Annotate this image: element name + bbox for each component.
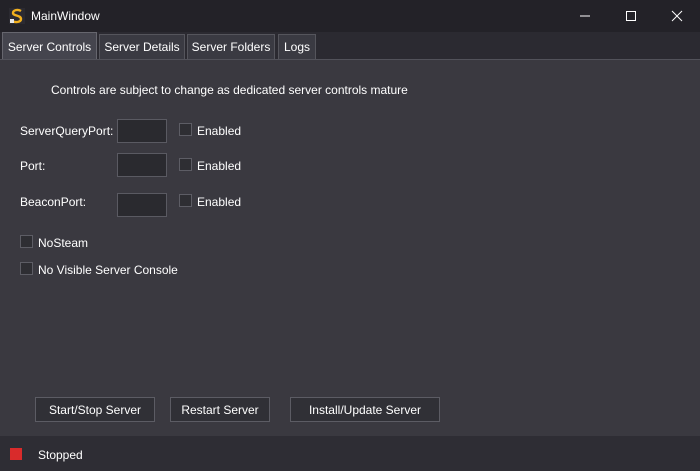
controls-notice: Controls are subject to change as dedica… <box>51 83 408 97</box>
status-indicator-icon <box>10 448 22 460</box>
minimize-icon <box>580 15 590 17</box>
beacon-port-enabled-checkbox[interactable] <box>179 194 192 207</box>
app-logo-icon <box>9 8 25 24</box>
beacon-port-label: BeaconPort: <box>20 195 87 209</box>
restart-server-button[interactable]: Restart Server <box>170 397 270 422</box>
window-title: MainWindow <box>31 9 100 23</box>
close-button[interactable] <box>654 0 700 32</box>
tab-server-folders[interactable]: Server Folders <box>187 34 275 59</box>
minimize-button[interactable] <box>562 0 608 32</box>
maximize-button[interactable] <box>608 0 654 32</box>
no-visible-console-label: No Visible Server Console <box>38 263 178 277</box>
server-query-port-enabled-label: Enabled <box>197 124 242 138</box>
nosteam-checkbox[interactable] <box>20 235 33 248</box>
close-icon <box>671 10 683 22</box>
port-label: Port: <box>20 159 46 173</box>
nosteam-label: NoSteam <box>38 236 89 250</box>
status-text: Stopped <box>38 448 83 462</box>
beacon-port-enabled-label: Enabled <box>197 195 242 209</box>
tab-server-controls[interactable]: Server Controls <box>2 32 97 60</box>
port-input[interactable] <box>117 153 167 177</box>
start-stop-server-button[interactable]: Start/Stop Server <box>35 397 155 422</box>
no-visible-console-checkbox[interactable] <box>20 262 33 275</box>
install-update-server-button[interactable]: Install/Update Server <box>290 397 440 422</box>
beacon-port-input[interactable] <box>117 193 167 217</box>
maximize-icon <box>626 11 636 21</box>
port-enabled-label: Enabled <box>197 159 242 173</box>
status-bar: Stopped <box>0 436 700 471</box>
server-query-port-enabled-checkbox[interactable] <box>179 123 192 136</box>
tab-server-details[interactable]: Server Details <box>99 34 185 59</box>
server-query-port-label: ServerQueryPort: <box>20 124 114 138</box>
tab-logs[interactable]: Logs <box>278 34 316 59</box>
port-enabled-checkbox[interactable] <box>179 158 192 171</box>
server-query-port-input[interactable] <box>117 119 167 143</box>
title-bar: MainWindow <box>0 0 700 32</box>
server-controls-panel: Controls are subject to change as dedica… <box>0 59 700 436</box>
tab-bar: Server Controls Server Details Server Fo… <box>0 32 700 60</box>
